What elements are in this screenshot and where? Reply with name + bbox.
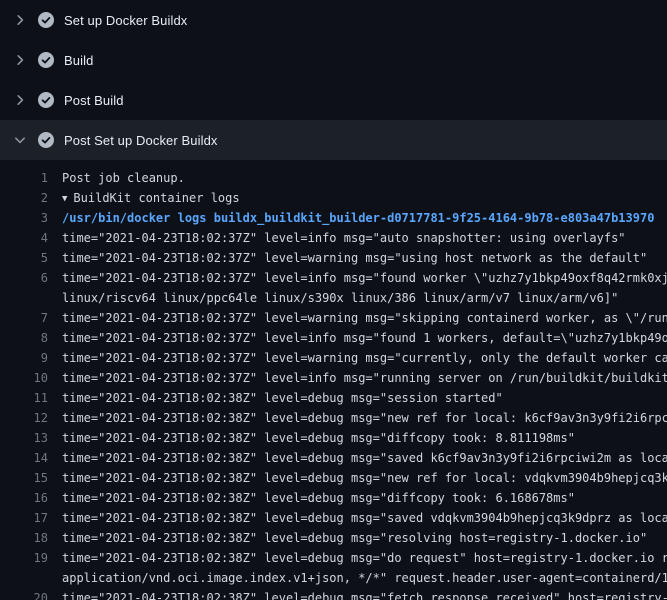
log-line: 1 Post job cleanup. xyxy=(0,168,667,188)
log-text: time="2021-04-23T18:02:38Z" level=debug … xyxy=(62,548,667,568)
log-text: time="2021-04-23T18:02:37Z" level=info m… xyxy=(62,268,667,288)
chevron-down-icon[interactable] xyxy=(12,132,28,148)
step-header-set-up-docker-buildx[interactable]: Set up Docker Buildx xyxy=(0,0,667,40)
log-line-continuation: application/vnd.oci.image.index.v1+json,… xyxy=(0,568,667,588)
log-line-continuation: linux/riscv64 linux/ppc64le linux/s390x … xyxy=(0,288,667,308)
chevron-right-icon[interactable] xyxy=(12,92,28,108)
line-number[interactable]: 4 xyxy=(0,228,48,248)
triangle-down-icon: ▼ xyxy=(62,189,67,208)
line-number[interactable]: 5 xyxy=(0,248,48,268)
log-text: time="2021-04-23T18:02:38Z" level=debug … xyxy=(62,508,667,528)
log-text: Post job cleanup. xyxy=(62,168,667,188)
log-text: time="2021-04-23T18:02:37Z" level=info m… xyxy=(62,328,667,348)
line-number[interactable]: 17 xyxy=(0,508,48,528)
chevron-right-icon[interactable] xyxy=(12,12,28,28)
line-number[interactable]: 15 xyxy=(0,468,48,488)
log-text: time="2021-04-23T18:02:38Z" level=debug … xyxy=(62,588,667,600)
log-text: time="2021-04-23T18:02:38Z" level=debug … xyxy=(62,468,667,488)
step-label: Set up Docker Buildx xyxy=(64,13,187,28)
actions-log-viewer: Set up Docker Buildx Build Post Build Post … xyxy=(0,0,667,600)
step-list: Set up Docker Buildx Build Post Build Post … xyxy=(0,0,667,160)
line-number xyxy=(0,568,48,588)
line-number xyxy=(0,288,48,308)
line-number[interactable]: 18 xyxy=(0,528,48,548)
log-text: time="2021-04-23T18:02:38Z" level=debug … xyxy=(62,448,667,468)
line-number[interactable]: 8 xyxy=(0,328,48,348)
log-line: 7 time="2021-04-23T18:02:37Z" level=warni… xyxy=(0,308,667,328)
line-number[interactable]: 1 xyxy=(0,168,48,188)
log-text: time="2021-04-23T18:02:37Z" level=warnin… xyxy=(62,248,667,268)
line-number[interactable]: 7 xyxy=(0,308,48,328)
line-number[interactable]: 6 xyxy=(0,268,48,288)
line-number[interactable]: 2 xyxy=(0,188,48,208)
log-lines: 1 Post job cleanup. 2 ▼BuildKit container l… xyxy=(0,160,667,600)
line-number[interactable]: 14 xyxy=(0,448,48,468)
step-label: Build xyxy=(64,53,93,68)
log-line: 18 time="2021-04-23T18:02:38Z" level=debu… xyxy=(0,528,667,548)
log-text: time="2021-04-23T18:02:37Z" level=warnin… xyxy=(62,348,667,368)
log-text: time="2021-04-23T18:02:38Z" level=debug … xyxy=(62,388,667,408)
log-line: 9 time="2021-04-23T18:02:37Z" level=warni… xyxy=(0,348,667,368)
line-number[interactable]: 3 xyxy=(0,208,48,228)
line-number[interactable]: 20 xyxy=(0,588,48,600)
log-line: 12 time="2021-04-23T18:02:38Z" level=debu… xyxy=(0,408,667,428)
log-line: 8 time="2021-04-23T18:02:37Z" level=info … xyxy=(0,328,667,348)
log-line: 20 time="2021-04-23T18:02:38Z" level=debu… xyxy=(0,588,667,600)
log-text: time="2021-04-23T18:02:37Z" level=info m… xyxy=(62,368,667,388)
log-line: 14 time="2021-04-23T18:02:38Z" level=debu… xyxy=(0,448,667,468)
check-circle-icon xyxy=(38,12,54,28)
line-number[interactable]: 10 xyxy=(0,368,48,388)
log-text: application/vnd.oci.image.index.v1+json,… xyxy=(62,568,667,588)
log-text: time="2021-04-23T18:02:38Z" level=debug … xyxy=(62,408,667,428)
log-line: 16 time="2021-04-23T18:02:38Z" level=debu… xyxy=(0,488,667,508)
log-text: time="2021-04-23T18:02:37Z" level=warnin… xyxy=(62,308,667,328)
line-number[interactable]: 16 xyxy=(0,488,48,508)
line-number[interactable]: 12 xyxy=(0,408,48,428)
step-header-post-build[interactable]: Post Build xyxy=(0,80,667,120)
log-text: time="2021-04-23T18:02:38Z" level=debug … xyxy=(62,528,667,548)
check-circle-icon xyxy=(38,52,54,68)
log-line: 15 time="2021-04-23T18:02:38Z" level=debu… xyxy=(0,468,667,488)
log-text: linux/riscv64 linux/ppc64le linux/s390x … xyxy=(62,288,667,308)
line-number[interactable]: 19 xyxy=(0,548,48,568)
check-circle-icon xyxy=(38,92,54,108)
check-circle-icon xyxy=(38,132,54,148)
step-header-post-set-up-docker-buildx[interactable]: Post Set up Docker Buildx xyxy=(0,120,667,160)
log-text: time="2021-04-23T18:02:38Z" level=debug … xyxy=(62,428,667,448)
log-line: 11 time="2021-04-23T18:02:38Z" level=debu… xyxy=(0,388,667,408)
line-number[interactable]: 11 xyxy=(0,388,48,408)
log-text: time="2021-04-23T18:02:38Z" level=debug … xyxy=(62,488,667,508)
step-label: Post Set up Docker Buildx xyxy=(64,133,218,148)
log-line: 4 time="2021-04-23T18:02:37Z" level=info … xyxy=(0,228,667,248)
log-line: 17 time="2021-04-23T18:02:38Z" level=debu… xyxy=(0,508,667,528)
log-group-toggle[interactable]: ▼BuildKit container logs xyxy=(62,188,667,208)
log-line: 13 time="2021-04-23T18:02:38Z" level=debu… xyxy=(0,428,667,448)
log-line: 5 time="2021-04-23T18:02:37Z" level=warni… xyxy=(0,248,667,268)
step-header-build[interactable]: Build xyxy=(0,40,667,80)
log-line: 3/usr/bin/docker logs buildx_buildkit_bu… xyxy=(0,208,667,228)
line-number[interactable]: 13 xyxy=(0,428,48,448)
line-number[interactable]: 9 xyxy=(0,348,48,368)
log-text: time="2021-04-23T18:02:37Z" level=info m… xyxy=(62,228,667,248)
log-line: 2 ▼BuildKit container logs xyxy=(0,188,667,208)
log-command-text: /usr/bin/docker logs buildx_buildkit_bui… xyxy=(62,208,667,228)
chevron-right-icon[interactable] xyxy=(12,52,28,68)
log-line: 19 time="2021-04-23T18:02:38Z" level=debu… xyxy=(0,548,667,568)
log-line: 6 time="2021-04-23T18:02:37Z" level=info … xyxy=(0,268,667,288)
log-line: 10 time="2021-04-23T18:02:37Z" level=info… xyxy=(0,368,667,388)
step-label: Post Build xyxy=(64,93,124,108)
